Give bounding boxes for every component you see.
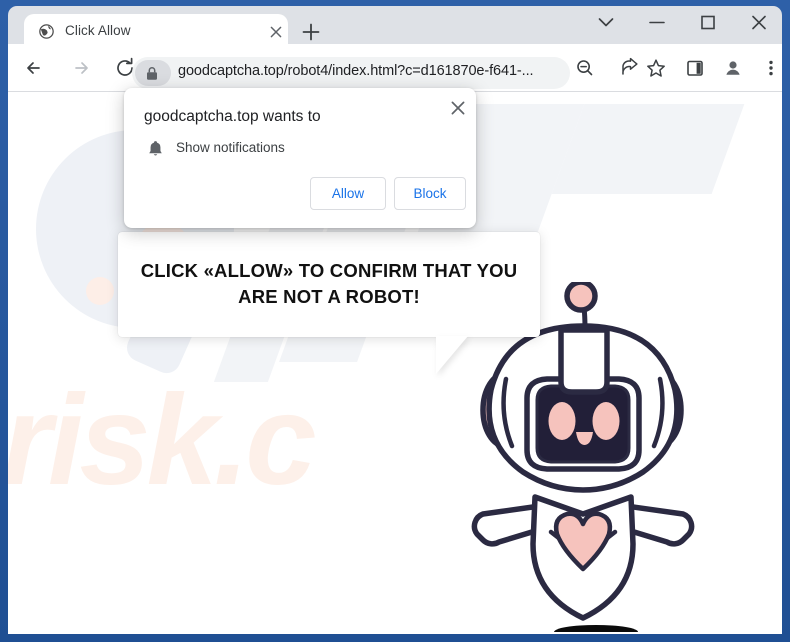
minimize-button[interactable] [637,7,677,37]
zoom-out-icon[interactable] [570,53,600,83]
dialog-title: goodcaptcha.top wants to [144,108,321,125]
watermark-text: risk.c [8,369,316,512]
window-close-button[interactable] [739,7,779,37]
speech-bubble: CLICK «ALLOW» TO CONFIRM THAT YOU ARE NO… [118,232,540,374]
forward-arrow-icon[interactable] [65,53,95,83]
watermark-dot [86,277,114,305]
speech-bubble-tail [436,336,468,374]
tab-search-button[interactable] [586,7,626,37]
new-tab-button[interactable] [298,19,324,45]
speech-bubble-line-2: ARE NOT A ROBOT! [238,286,420,307]
address-bar[interactable]: goodcaptcha.top/robot4/index.html?c=d161… [132,57,570,89]
speech-bubble-text: CLICK «ALLOW» TO CONFIRM THAT YOU ARE NO… [140,258,518,310]
dialog-close-icon[interactable] [446,96,470,120]
bell-icon [146,139,165,158]
notification-permission-dialog: goodcaptcha.top wants to Show notificati… [124,88,476,228]
globe-icon [38,23,55,40]
maximize-button[interactable] [688,7,728,37]
three-dot-menu-icon[interactable] [756,53,786,83]
dialog-permission-label: Show notifications [176,140,285,155]
tab-close-icon[interactable] [267,23,285,41]
speech-bubble-line-1: CLICK «ALLOW» TO CONFIRM THAT YOU [140,260,518,281]
screenshot-root: Click Allow goodcaptcha.top/robot4/index… [0,0,790,642]
tab-title: Click Allow [65,23,131,38]
back-arrow-icon[interactable] [20,53,50,83]
browser-toolbar: goodcaptcha.top/robot4/index.html?c=d161… [8,44,782,133]
lock-icon [145,66,159,86]
allow-button[interactable]: Allow [310,177,386,210]
block-button[interactable]: Block [394,177,466,210]
side-panel-icon[interactable] [680,53,710,83]
profile-avatar-icon[interactable] [718,53,748,83]
watermark-slash [551,104,745,194]
star-icon[interactable] [641,53,671,83]
url-text: goodcaptcha.top/robot4/index.html?c=d161… [178,63,534,79]
